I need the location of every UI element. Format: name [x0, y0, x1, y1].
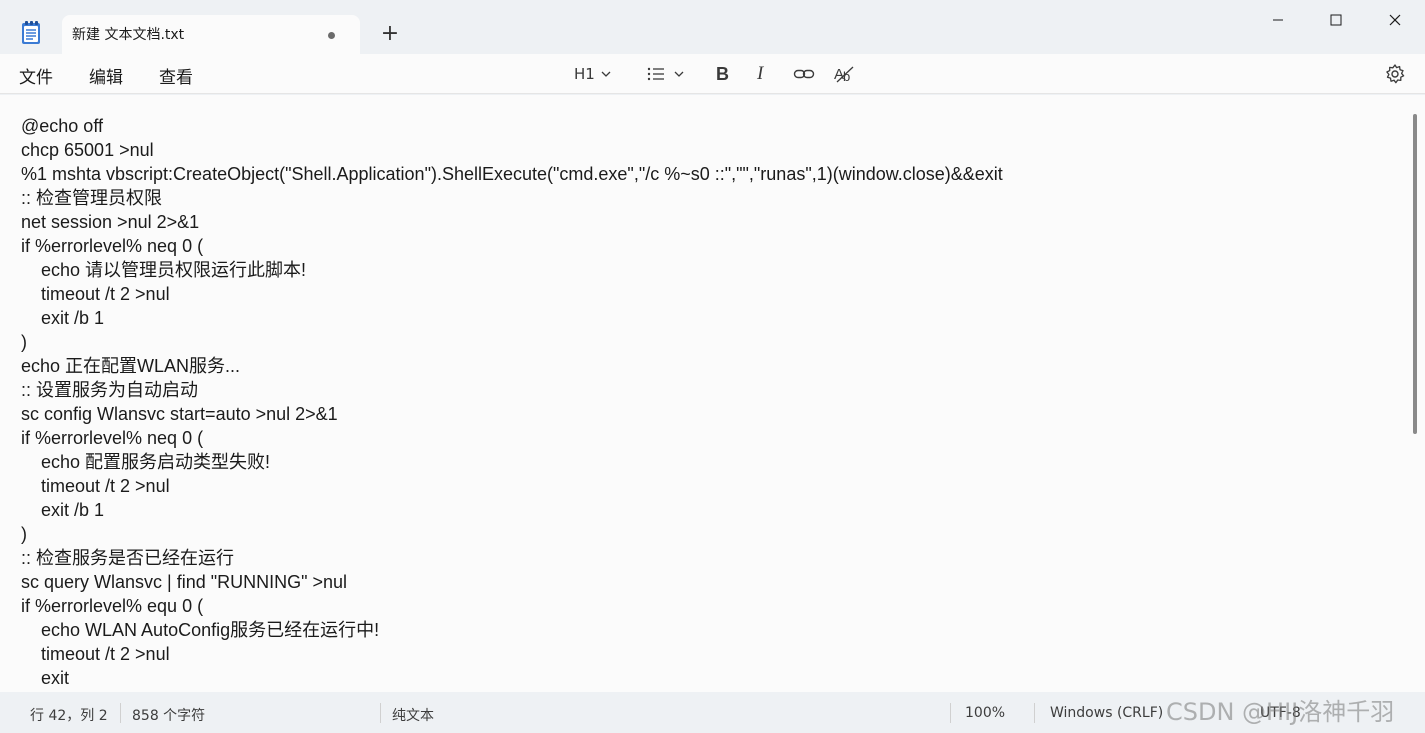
bold-button[interactable]: B: [716, 62, 729, 86]
divider: [950, 703, 951, 723]
new-tab-button[interactable]: +: [376, 20, 404, 48]
editor-line[interactable]: echo 正在配置WLAN服务...: [21, 354, 1003, 378]
watermark: CSDN @HIJ洛神千羽: [1166, 698, 1395, 726]
bold-icon: B: [716, 63, 729, 84]
unsaved-dot-icon[interactable]: [328, 32, 335, 39]
list-icon: [647, 67, 664, 81]
link-button[interactable]: [793, 62, 815, 86]
editor-line[interactable]: timeout /t 2 >nul: [21, 642, 1003, 666]
file-format: 纯文本: [392, 708, 434, 724]
chevron-down-icon: [674, 71, 684, 77]
clear-formatting-icon: A b: [834, 66, 854, 84]
editor-line[interactable]: chcp 65001 >nul: [21, 138, 1003, 162]
close-icon[interactable]: [1375, 4, 1415, 36]
clear-formatting-button[interactable]: A b: [834, 62, 856, 86]
editor-line[interactable]: if %errorlevel% neq 0 (: [21, 426, 1003, 450]
editor-line[interactable]: sc config Wlansvc start=auto >nul 2>&1: [21, 402, 1003, 426]
editor-line[interactable]: exit /b 1: [21, 498, 1003, 522]
editor-content[interactable]: @echo off chcp 65001 >nul %1 mshta vbscrip…: [21, 114, 1003, 690]
tab-title: 新建 文本文档.txt: [72, 27, 185, 43]
link-icon: [793, 69, 815, 79]
divider: [380, 703, 381, 723]
editor-line[interactable]: echo 请以管理员权限运行此脚本!: [21, 258, 1003, 282]
editor-line[interactable]: if %errorlevel% equ 0 (: [21, 594, 1003, 618]
italic-icon: I: [757, 63, 764, 84]
menu-view[interactable]: 查看: [159, 63, 193, 88]
chevron-down-icon: [601, 71, 611, 77]
editor-line[interactable]: echo 配置服务启动类型失败!: [21, 450, 1003, 474]
editor-line[interactable]: %1 mshta vbscript:CreateObject("Shell.Ap…: [21, 162, 1003, 186]
editor-line[interactable]: exit: [21, 666, 1003, 690]
divider: [120, 703, 121, 723]
editor-line[interactable]: sc query Wlansvc | find "RUNNING" >nul: [21, 570, 1003, 594]
vertical-scrollbar[interactable]: [1413, 114, 1417, 434]
heading-label: H1: [574, 65, 595, 83]
editor-line[interactable]: if %errorlevel% neq 0 (: [21, 234, 1003, 258]
text-editor[interactable]: @echo off chcp 65001 >nul %1 mshta vbscrip…: [0, 95, 1425, 692]
editor-line[interactable]: timeout /t 2 >nul: [21, 474, 1003, 498]
title-bar: 新建 文本文档.txt +: [0, 0, 1425, 54]
gear-icon[interactable]: [1384, 63, 1406, 85]
character-count: 858 个字符: [132, 708, 206, 724]
divider: [1034, 703, 1035, 723]
editor-line[interactable]: exit /b 1: [21, 306, 1003, 330]
editor-line[interactable]: net session >nul 2>&1: [21, 210, 1003, 234]
minimize-icon[interactable]: [1258, 4, 1298, 36]
italic-button[interactable]: I: [757, 62, 763, 86]
menu-file[interactable]: 文件: [19, 63, 53, 88]
zoom-level[interactable]: 100%: [965, 705, 1005, 721]
heading-dropdown[interactable]: H1: [574, 62, 615, 86]
editor-line[interactable]: ): [21, 330, 1003, 354]
line-ending[interactable]: Windows (CRLF): [1050, 705, 1163, 721]
document-tab[interactable]: 新建 文本文档.txt: [62, 15, 360, 54]
editor-line[interactable]: timeout /t 2 >nul: [21, 282, 1003, 306]
cursor-position: 行 42，列 2: [30, 708, 108, 724]
editor-line[interactable]: :: 检查服务是否已经在运行: [21, 546, 1003, 570]
maximize-icon[interactable]: [1316, 4, 1356, 36]
editor-line[interactable]: ): [21, 522, 1003, 546]
menu-bar: 文件 编辑 查看 H1 B I A b: [0, 54, 1425, 94]
editor-line[interactable]: :: 设置服务为自动启动: [21, 378, 1003, 402]
editor-line[interactable]: echo WLAN AutoConfig服务已经在运行中!: [21, 618, 1003, 642]
editor-line[interactable]: :: 检查管理员权限: [21, 186, 1003, 210]
editor-line[interactable]: @echo off: [21, 114, 1003, 138]
menu-edit[interactable]: 编辑: [89, 63, 123, 88]
notepad-icon: [22, 21, 40, 44]
list-dropdown[interactable]: [646, 62, 690, 86]
